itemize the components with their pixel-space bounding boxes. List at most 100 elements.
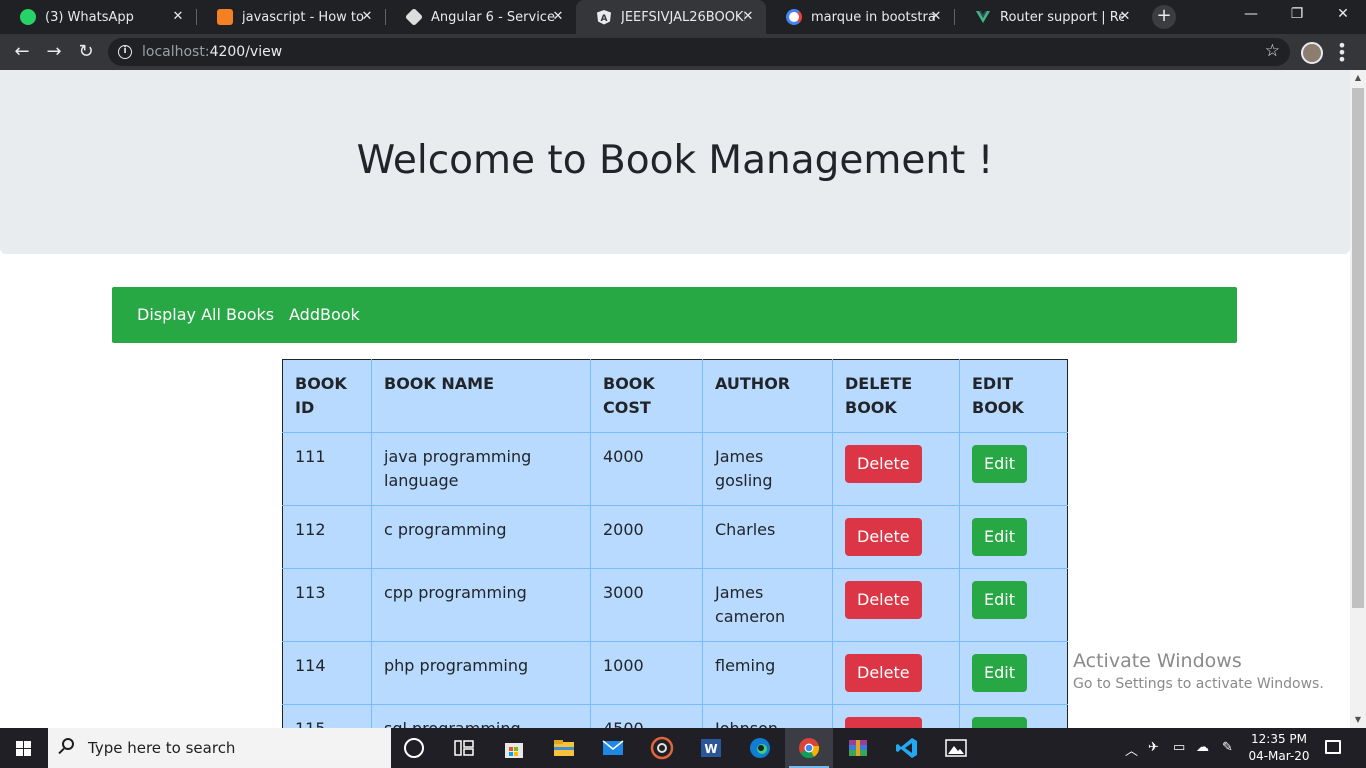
new-tab-button[interactable]: + (1152, 5, 1176, 29)
watermark-subtitle: Go to Settings to activate Windows. (1073, 676, 1324, 692)
tab-close-icon[interactable]: ✕ (170, 9, 186, 24)
scrollbar-thumb[interactable] (1352, 88, 1364, 608)
media-player-icon[interactable] (650, 736, 674, 760)
airplane-mode-icon[interactable]: ✈ (1148, 740, 1159, 755)
windows-logo-icon (24, 741, 31, 748)
tab-close-icon[interactable]: ✕ (740, 9, 756, 24)
store-icon[interactable] (502, 736, 526, 760)
cell-author: Johnson (702, 704, 833, 728)
windows-logo-icon (16, 741, 23, 748)
edit-button[interactable]: Edit (972, 654, 1027, 692)
minimize-button[interactable]: — (1228, 6, 1274, 22)
edit-button[interactable]: Edit (972, 581, 1027, 619)
tab-tutorialspoint[interactable]: Angular 6 - Services - T ✕ (386, 0, 576, 34)
delete-button[interactable]: Delete (845, 654, 922, 692)
action-center-icon[interactable] (1325, 740, 1341, 754)
delete-button[interactable]: Delete (845, 518, 922, 556)
tab-whatsapp[interactable]: (3) WhatsApp ✕ (0, 0, 196, 34)
tab-close-icon[interactable]: ✕ (550, 9, 566, 24)
vertical-scrollbar[interactable]: ▲ ▼ (1350, 70, 1366, 728)
cortana-icon[interactable] (404, 738, 424, 758)
table-row: 111 java programming language 4000 James … (282, 432, 1068, 506)
photos-icon[interactable] (944, 736, 968, 760)
site-info-icon[interactable]: i (118, 45, 132, 59)
show-hidden-icons-icon[interactable]: ︿ (1125, 740, 1138, 759)
vue-icon (975, 9, 991, 25)
edit-button[interactable]: Edit (972, 518, 1027, 556)
tab-vue-router[interactable]: Router support | Refere ✕ (955, 0, 1143, 34)
cell-edit: Edit (959, 505, 1068, 569)
forward-arrow-icon[interactable]: → (42, 40, 66, 64)
pen-workspace-icon[interactable]: ✎ (1222, 740, 1233, 755)
tab-title: marque in bootstrap - G (811, 9, 935, 25)
google-icon (786, 9, 802, 25)
cell-edit: Edit (959, 704, 1068, 728)
url-text[interactable]: localhost:4200/view (142, 44, 282, 60)
back-arrow-icon[interactable]: ← (10, 40, 34, 64)
tab-book-management[interactable]: A JEEFSIVJAL26BOOKMAN ✕ (576, 0, 766, 34)
browser-tab-strip: (3) WhatsApp ✕ javascript - How to add ✕… (0, 0, 1366, 34)
edit-button[interactable]: Edit (972, 717, 1027, 728)
profile-avatar[interactable] (1301, 42, 1323, 64)
edit-button[interactable]: Edit (972, 445, 1027, 483)
tab-google[interactable]: marque in bootstrap - G ✕ (766, 0, 954, 34)
svg-text:W: W (704, 742, 717, 756)
winrar-icon[interactable] (846, 736, 870, 760)
close-window-button[interactable]: ✕ (1320, 6, 1366, 22)
jumbotron: Welcome to Book Management ! (0, 70, 1350, 254)
battery-icon[interactable]: ▭ (1173, 740, 1185, 755)
vscode-icon[interactable] (895, 736, 919, 760)
cell-book-id: 112 (282, 505, 372, 569)
task-view-icon[interactable] (452, 736, 476, 760)
file-explorer-icon[interactable] (552, 736, 576, 760)
delete-button[interactable]: Delete (845, 717, 922, 728)
onedrive-icon[interactable]: ☁ (1196, 740, 1209, 755)
browser-menu-icon[interactable]: • • • (1336, 38, 1348, 68)
activate-windows-watermark: Activate Windows Go to Settings to activ… (1073, 650, 1324, 692)
address-bar[interactable]: i localhost:4200/view ☆ (108, 38, 1290, 66)
cell-book-cost: 1000 (590, 641, 703, 705)
taskbar-search-box[interactable]: Type here to search (48, 728, 391, 768)
delete-button[interactable]: Delete (845, 581, 922, 619)
cell-book-name: java programming language (371, 432, 591, 506)
word-icon[interactable]: W (699, 736, 723, 760)
scroll-up-arrow-icon[interactable]: ▲ (1350, 70, 1366, 86)
chrome-icon[interactable] (797, 736, 821, 760)
restore-button[interactable]: ❐ (1274, 6, 1320, 22)
cell-book-id: 113 (282, 568, 372, 642)
cell-book-cost: 4500 (590, 704, 703, 728)
cell-edit: Edit (959, 568, 1068, 642)
main-navbar: Display All Books AddBook (112, 287, 1237, 343)
scroll-down-arrow-icon[interactable]: ▼ (1350, 712, 1366, 728)
tab-close-icon[interactable]: ✕ (1117, 9, 1133, 24)
cell-book-id: 114 (282, 641, 372, 705)
start-button[interactable] (0, 728, 48, 768)
clock-date: 04-Mar-20 (1248, 749, 1310, 763)
svg-text:A: A (601, 14, 608, 24)
table-header-row: BOOK ID BOOK NAME BOOK COST AUTHOR DELETE B… (282, 359, 1068, 433)
nav-add-book[interactable]: AddBook (289, 305, 360, 324)
cell-author: James gosling (702, 432, 833, 506)
tab-close-icon[interactable]: ✕ (928, 9, 944, 24)
nav-display-all-books[interactable]: Display All Books (137, 305, 274, 324)
cell-book-name: cpp programming (371, 568, 591, 642)
delete-button[interactable]: Delete (845, 445, 922, 483)
cell-edit: Edit (959, 641, 1068, 705)
cell-author: James cameron (702, 568, 833, 642)
tab-stackoverflow[interactable]: javascript - How to add ✕ (197, 0, 385, 34)
cell-edit: Edit (959, 432, 1068, 506)
header-author: AUTHOR (702, 359, 833, 433)
reload-icon[interactable]: ↻ (74, 40, 98, 64)
tab-close-icon[interactable]: ✕ (359, 9, 375, 24)
cell-book-id: 111 (282, 432, 372, 506)
cell-author: Charles (702, 505, 833, 569)
cell-delete: Delete (832, 641, 960, 705)
mail-icon[interactable] (601, 736, 625, 760)
bookmark-star-icon[interactable]: ☆ (1265, 41, 1280, 61)
taskbar-clock[interactable]: 12:35 PM 04-Mar-20 (1244, 731, 1314, 765)
edge-icon[interactable] (748, 736, 772, 760)
cell-delete: Delete (832, 704, 960, 728)
cell-delete: Delete (832, 568, 960, 642)
tab-title: (3) WhatsApp (45, 9, 134, 25)
tab-title: javascript - How to add (242, 9, 366, 25)
